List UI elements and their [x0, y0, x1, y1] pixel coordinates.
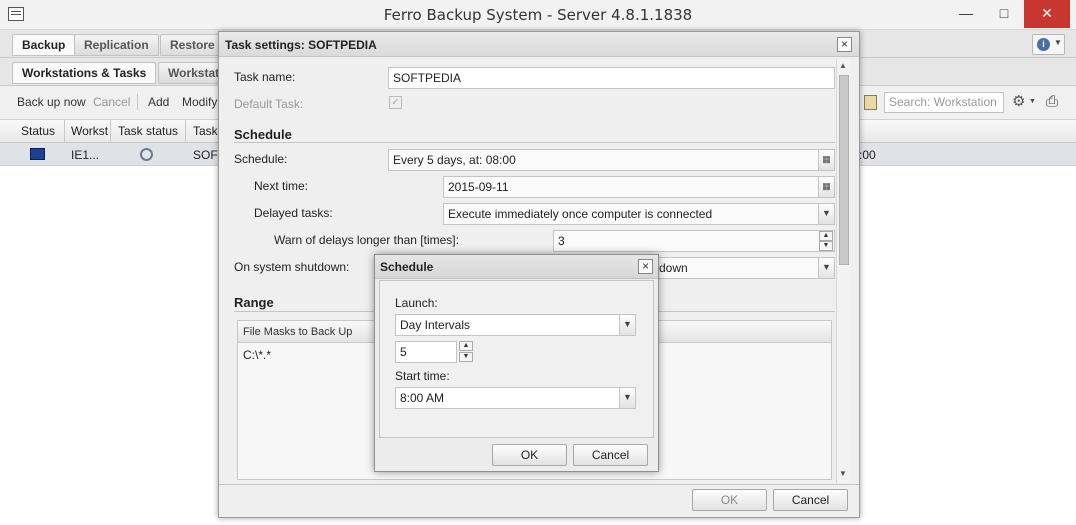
default-task-checkbox[interactable]: ✓ [389, 96, 402, 109]
dialog-scrollbar[interactable]: ▲ ▼ [836, 59, 850, 483]
next-time-value: 2015-09-11 [448, 180, 509, 194]
warn-delays-field[interactable]: 3 ▲ ▼ [553, 230, 835, 252]
column-task-status[interactable]: Task status [118, 124, 178, 138]
schedule-panel: Launch: Day Intervals ▼ 5 ▲ ▼ Start time… [379, 280, 654, 438]
delayed-tasks-select[interactable]: Execute immediately once computer is con… [443, 203, 835, 225]
chevron-down-icon[interactable]: ▼ [818, 204, 834, 224]
column-divider [110, 120, 111, 143]
calendar-icon[interactable]: ▦ [818, 177, 834, 197]
launch-label: Launch: [395, 296, 438, 310]
cancel-button[interactable]: Cancel [773, 489, 848, 511]
next-time-field[interactable]: 2015-09-11 ▦ [443, 176, 835, 198]
delayed-tasks-value: Execute immediately once computer is con… [448, 207, 713, 221]
workstation-cell: IE1... [71, 148, 100, 162]
task-status-icon [140, 148, 153, 161]
schedule-label: Schedule: [234, 152, 288, 166]
next-time-label: Next time: [254, 179, 309, 193]
spin-up-icon[interactable]: ▲ [819, 231, 833, 241]
scroll-down-icon[interactable]: ▼ [839, 469, 847, 478]
launch-select[interactable]: Day Intervals ▼ [395, 314, 636, 336]
tab-backup[interactable]: Backup [12, 34, 76, 56]
launch-value: Day Intervals [400, 318, 471, 332]
help-button[interactable]: i ▼ [1032, 34, 1065, 55]
column-divider [185, 120, 186, 143]
search-input[interactable]: Search: Workstation [884, 92, 1004, 113]
scroll-thumb[interactable] [839, 75, 849, 265]
chevron-down-icon[interactable]: ▼ [619, 315, 635, 335]
schedule-field[interactable]: Every 5 days, at: 08:00 ▦ [388, 149, 835, 171]
start-time-value: 8:00 AM [400, 391, 445, 405]
scroll-up-icon[interactable]: ▲ [839, 61, 847, 70]
column-status[interactable]: Status [21, 124, 55, 138]
close-button[interactable]: ✕ [1024, 0, 1070, 28]
warn-delays-label: Warn of delays longer than [times]: [274, 233, 459, 247]
delayed-tasks-label: Delayed tasks: [254, 206, 333, 220]
title-bar: Ferro Backup System - Server 4.8.1.1838 … [0, 0, 1076, 30]
computer-icon [30, 148, 45, 160]
tab-replication[interactable]: Replication [74, 34, 159, 56]
chevron-down-icon[interactable]: ▼ [818, 258, 834, 278]
gear-icon[interactable]: ⚙ [1012, 94, 1025, 109]
column-workstation[interactable]: Workst [71, 124, 108, 138]
add-button[interactable]: Add [148, 95, 169, 109]
file-masks-header[interactable]: File Masks to Back Up [243, 326, 352, 338]
chevron-down-icon[interactable]: ▼ [619, 388, 635, 408]
schedule-dialog: Schedule × Launch: Day Intervals ▼ 5 ▲ ▼… [374, 254, 659, 472]
cancel-button[interactable]: Cancel [93, 95, 130, 109]
spin-up-icon[interactable]: ▲ [459, 341, 473, 351]
default-task-label: Default Task: [234, 97, 304, 111]
interval-field[interactable]: 5 [395, 341, 457, 363]
tab-workstations-tasks[interactable]: Workstations & Tasks [12, 62, 157, 84]
interval-value: 5 [400, 345, 407, 359]
calendar-icon[interactable]: ▦ [818, 150, 834, 170]
footer-divider [219, 484, 859, 485]
task-name-field[interactable]: SOFTPEDIA [388, 67, 835, 89]
print-icon[interactable]: ⎙ [1046, 94, 1058, 109]
column-task[interactable]: Task [193, 124, 218, 138]
back-up-now-button[interactable]: Back up now [17, 95, 86, 109]
schedule-section-title: Schedule [234, 127, 292, 142]
ok-button[interactable]: OK [692, 489, 767, 511]
info-icon: i [1037, 38, 1050, 51]
column-divider [64, 120, 65, 143]
close-icon[interactable]: × [837, 37, 852, 52]
file-mask-value: C:\*.* [243, 348, 272, 362]
close-icon[interactable]: × [638, 259, 653, 274]
schedule-value: Every 5 days, at: 08:00 [393, 153, 516, 167]
start-time-select[interactable]: 8:00 AM ▼ [395, 387, 636, 409]
range-section-title: Range [234, 295, 274, 310]
schedule-ok-button[interactable]: OK [492, 444, 567, 466]
schedule-cancel-button[interactable]: Cancel [573, 444, 648, 466]
dialog-title: Task settings: SOFTPEDIA [225, 38, 377, 52]
next-time-cell: :00 [859, 148, 876, 162]
toolbar-separator [137, 94, 138, 110]
system-shutdown-label: On system shutdown: [234, 260, 350, 274]
start-time-label: Start time: [395, 369, 450, 383]
chevron-down-icon: ▼ [1054, 38, 1062, 47]
schedule-dialog-title-bar: Schedule × [375, 255, 658, 279]
modify-button[interactable]: Modify [182, 95, 217, 109]
window-title: Ferro Backup System - Server 4.8.1.1838 [383, 6, 693, 24]
dialog-title-bar: Task settings: SOFTPEDIA × [219, 32, 859, 57]
clipboard-icon[interactable] [864, 95, 877, 110]
tab-restore[interactable]: Restore [160, 34, 225, 56]
maximize-button[interactable]: □ [986, 0, 1022, 28]
minimize-button[interactable]: — [948, 0, 984, 28]
task-name-label: Task name: [234, 70, 296, 84]
chevron-down-icon[interactable]: ▼ [1029, 98, 1036, 105]
warn-delays-value: 3 [558, 234, 565, 248]
schedule-dialog-title: Schedule [380, 260, 434, 274]
spin-down-icon[interactable]: ▼ [459, 352, 473, 362]
spin-down-icon[interactable]: ▼ [819, 241, 833, 251]
system-shutdown-value: down [659, 261, 688, 275]
section-divider [234, 142, 835, 143]
